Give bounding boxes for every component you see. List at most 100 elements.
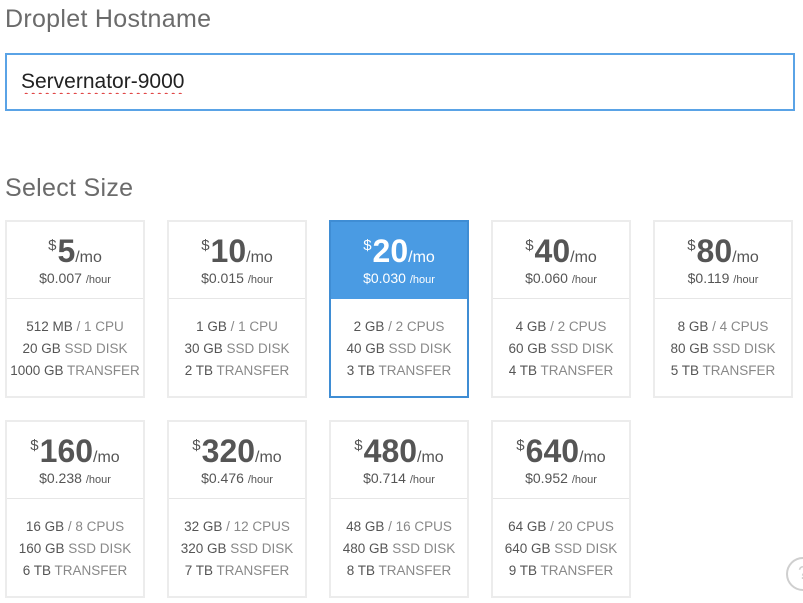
size-card-price: $10/mo $0.015 /hour [169, 222, 305, 299]
per-month-label: /mo [75, 249, 102, 266]
per-month-label: /mo [417, 449, 444, 466]
spec-transfer-label: TRANSFER [702, 363, 776, 378]
price-amount: 5 [57, 233, 76, 269]
hourly-amount: $0.476 [201, 470, 244, 486]
spec-disk-row: 160 GB SSD DISK [7, 538, 143, 560]
spec-disk: 640 GB [504, 541, 551, 556]
hourly-amount: $0.030 [363, 270, 406, 286]
price-amount: 320 [201, 433, 256, 469]
per-month-label: /mo [579, 449, 606, 466]
spec-transfer-label: TRANSFER [216, 563, 290, 578]
size-card-640[interactable]: $640/mo $0.952 /hour 64 GB / 20 CPUS 640 GB… [491, 420, 631, 598]
currency-symbol: $ [525, 237, 534, 254]
spec-transfer-row: 1000 GB TRANSFER [7, 360, 143, 382]
per-hour-label: /hour [409, 274, 435, 286]
per-hour-label: /hour [247, 474, 273, 486]
spec-disk-label: SSD DISK [550, 341, 614, 356]
price-amount: 40 [534, 233, 571, 269]
per-month-label: /mo [408, 249, 435, 266]
per-hour-label: /hour [571, 474, 597, 486]
monthly-price: $320/mo [169, 422, 305, 470]
currency-symbol: $ [516, 437, 525, 454]
spec-ram-cpu: 1 GB / 1 CPU [169, 316, 305, 338]
help-icon[interactable]: ? [786, 557, 803, 591]
per-hour-label: /hour [733, 274, 759, 286]
spec-transfer: 1000 GB [10, 363, 64, 378]
size-card-specs: 4 GB / 2 CPUS 60 GB SSD DISK 4 TB TRANSFER [493, 299, 629, 382]
spec-transfer-row: 5 TB TRANSFER [655, 360, 791, 382]
currency-symbol: $ [363, 237, 372, 254]
size-card-160[interactable]: $160/mo $0.238 /hour 16 GB / 8 CPUS 160 GB … [5, 420, 145, 598]
spec-transfer-label: TRANSFER [540, 363, 614, 378]
spec-ram-cpu: 32 GB / 12 CPUS [169, 516, 305, 538]
size-card-price: $20/mo $0.030 /hour [331, 222, 467, 299]
hourly-amount: $0.007 [39, 270, 82, 286]
currency-symbol: $ [354, 437, 363, 454]
monthly-price: $10/mo [169, 222, 305, 270]
size-card-20[interactable]: $20/mo $0.030 /hour 2 GB / 2 CPUS 40 GB SSD… [329, 220, 469, 398]
price-amount: 10 [210, 233, 247, 269]
hourly-amount: $0.119 [687, 270, 730, 286]
size-card-10[interactable]: $10/mo $0.015 /hour 1 GB / 1 CPU 30 GB SSD … [167, 220, 307, 398]
spec-disk-row: 80 GB SSD DISK [655, 338, 791, 360]
size-card-price: $160/mo $0.238 /hour [7, 422, 143, 499]
hourly-price: $0.238 /hour [7, 470, 143, 486]
spec-cpu: / 12 CPUS [226, 519, 290, 534]
per-hour-label: /hour [85, 474, 111, 486]
size-card-price: $320/mo $0.476 /hour [169, 422, 305, 499]
price-amount: 160 [39, 433, 94, 469]
spec-transfer: 9 TB [508, 563, 537, 578]
spec-ram-cpu: 512 MB / 1 CPU [7, 316, 143, 338]
hostname-field[interactable] [5, 53, 795, 111]
hourly-price: $0.119 /hour [655, 270, 791, 286]
spec-ram: 32 GB [184, 519, 223, 534]
spec-disk-row: 60 GB SSD DISK [493, 338, 629, 360]
hourly-amount: $0.952 [525, 470, 568, 486]
per-month-label: /mo [570, 249, 597, 266]
spec-ram: 48 GB [346, 519, 385, 534]
hourly-amount: $0.015 [201, 270, 244, 286]
hourly-amount: $0.060 [525, 270, 568, 286]
size-card-320[interactable]: $320/mo $0.476 /hour 32 GB / 12 CPUS 320 GB… [167, 420, 307, 598]
monthly-price: $40/mo [493, 222, 629, 270]
spec-ram: 8 GB [677, 319, 709, 334]
spec-ram-cpu: 8 GB / 4 CPUS [655, 316, 791, 338]
spec-disk: 40 GB [346, 341, 385, 356]
price-amount: 480 [363, 433, 418, 469]
spec-transfer: 3 TB [346, 363, 375, 378]
size-card-480[interactable]: $480/mo $0.714 /hour 48 GB / 16 CPUS 480 GB… [329, 420, 469, 598]
spec-disk: 160 GB [18, 541, 65, 556]
size-card-specs: 8 GB / 4 CPUS 80 GB SSD DISK 5 TB TRANSFER [655, 299, 791, 382]
spec-disk-label: SSD DISK [554, 541, 618, 556]
size-card-specs: 512 MB / 1 CPU 20 GB SSD DISK 1000 GB TRAN… [7, 299, 143, 382]
monthly-price: $80/mo [655, 222, 791, 270]
spec-cpu: / 16 CPUS [388, 519, 452, 534]
spec-ram: 64 GB [508, 519, 547, 534]
spec-cpu: / 8 CPUS [67, 519, 125, 534]
price-amount: 20 [372, 233, 409, 269]
spec-cpu: / 2 CPUS [550, 319, 607, 334]
size-card-40[interactable]: $40/mo $0.060 /hour 4 GB / 2 CPUS 60 GB SSD… [491, 220, 631, 398]
hostname-input[interactable] [7, 55, 793, 109]
spec-ram-cpu: 16 GB / 8 CPUS [7, 516, 143, 538]
spec-disk-label: SSD DISK [68, 541, 132, 556]
size-card-5[interactable]: $5/mo $0.007 /hour 512 MB / 1 CPU 20 GB SSD… [5, 220, 145, 398]
currency-symbol: $ [687, 237, 696, 254]
size-card-specs: 32 GB / 12 CPUS 320 GB SSD DISK 7 TB TRANS… [169, 499, 305, 582]
spec-ram: 2 GB [353, 319, 385, 334]
per-hour-label: /hour [247, 274, 273, 286]
spec-transfer-row: 6 TB TRANSFER [7, 560, 143, 582]
spec-cpu: / 2 CPUS [388, 319, 445, 334]
spec-disk-label: SSD DISK [388, 341, 452, 356]
spec-transfer-label: TRANSFER [67, 363, 140, 378]
spec-transfer-row: 2 TB TRANSFER [169, 360, 305, 382]
spec-disk: 60 GB [508, 341, 547, 356]
spec-transfer-row: 4 TB TRANSFER [493, 360, 629, 382]
monthly-price: $20/mo [331, 222, 467, 270]
per-month-label: /mo [732, 249, 759, 266]
per-hour-label: /hour [409, 474, 435, 486]
currency-symbol: $ [192, 437, 201, 454]
spec-transfer: 2 TB [184, 363, 213, 378]
spec-disk-row: 640 GB SSD DISK [493, 538, 629, 560]
size-card-80[interactable]: $80/mo $0.119 /hour 8 GB / 4 CPUS 80 GB SSD… [653, 220, 793, 398]
